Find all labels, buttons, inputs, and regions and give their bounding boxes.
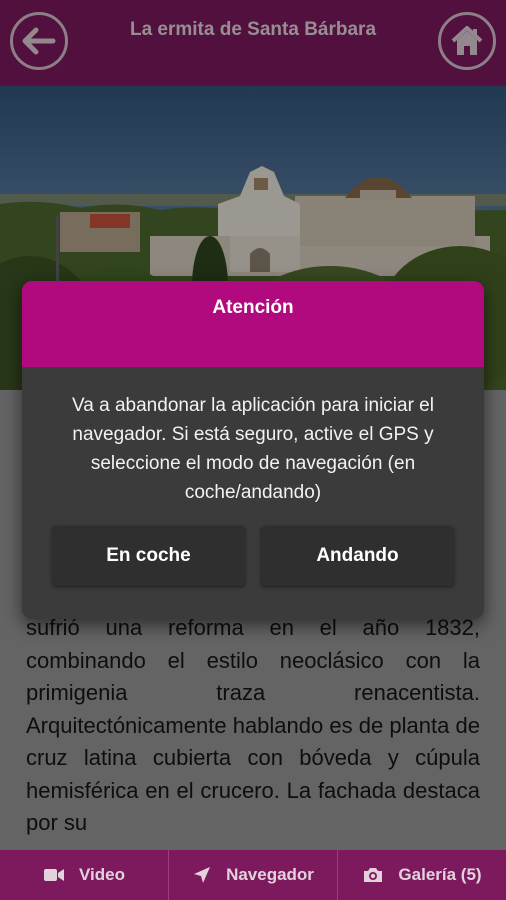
nav-navigator-label: Navegador xyxy=(226,865,314,884)
dialog-title: Atención xyxy=(22,281,484,367)
camera-icon xyxy=(364,868,383,882)
dialog-buttons: En coche Andando xyxy=(52,526,454,586)
video-camera-icon xyxy=(44,869,64,881)
nav-video[interactable]: Video xyxy=(0,850,168,900)
attention-dialog: Atención Va a abandonar la aplicación pa… xyxy=(22,281,484,619)
nav-gallery-label: Galería (5) xyxy=(398,865,482,884)
nav-video-label: Video xyxy=(79,865,125,884)
navigation-arrow-icon xyxy=(194,867,211,883)
by-car-button[interactable]: En coche xyxy=(52,526,245,586)
nav-gallery[interactable]: Galería (5) xyxy=(337,850,506,900)
bottom-nav: Video Navegador Galería (5) xyxy=(0,850,506,900)
nav-navigator[interactable]: Navegador xyxy=(168,850,337,900)
walking-button[interactable]: Andando xyxy=(261,526,454,586)
dialog-message: Va a abandonar la aplicación para inicia… xyxy=(72,395,434,503)
